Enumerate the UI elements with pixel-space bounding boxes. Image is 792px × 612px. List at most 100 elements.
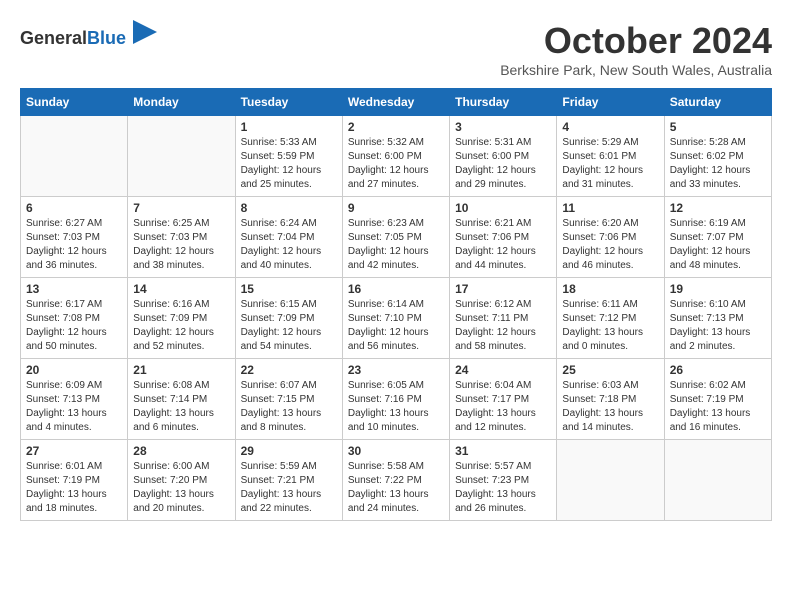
- page-header: GeneralBlue October 2024 Berkshire Park,…: [20, 20, 772, 78]
- day-info: Sunrise: 5:33 AM Sunset: 5:59 PM Dayligh…: [241, 136, 337, 192]
- day-info: Sunrise: 5:28 AM Sunset: 6:02 PM Dayligh…: [670, 136, 766, 192]
- weekday-header: Tuesday: [235, 89, 342, 116]
- day-info: Sunrise: 6:16 AM Sunset: 7:09 PM Dayligh…: [133, 298, 229, 354]
- day-info: Sunrise: 5:31 AM Sunset: 6:00 PM Dayligh…: [455, 136, 551, 192]
- day-number: 8: [241, 201, 337, 215]
- day-number: 24: [455, 363, 551, 377]
- weekday-header: Sunday: [21, 89, 128, 116]
- day-info: Sunrise: 6:08 AM Sunset: 7:14 PM Dayligh…: [133, 379, 229, 435]
- day-info: Sunrise: 6:27 AM Sunset: 7:03 PM Dayligh…: [26, 217, 122, 273]
- calendar-cell: 18 Sunrise: 6:11 AM Sunset: 7:12 PM Dayli…: [557, 278, 664, 359]
- day-info: Sunrise: 6:07 AM Sunset: 7:15 PM Dayligh…: [241, 379, 337, 435]
- calendar-cell: 12Sunrise: 6:19 AM Sunset: 7:07 PM Dayli…: [664, 197, 771, 278]
- calendar-table: SundayMondayTuesdayWednesdayThursdayFrid…: [20, 88, 772, 521]
- day-number: 6: [26, 201, 122, 215]
- day-info: Sunrise: 6:05 AM Sunset: 7:16 PM Dayligh…: [348, 379, 444, 435]
- day-info: Sunrise: 5:32 AM Sunset: 6:00 PM Dayligh…: [348, 136, 444, 192]
- calendar-cell: 2 Sunrise: 5:32 AM Sunset: 6:00 PM Daylig…: [342, 116, 449, 197]
- calendar-cell: 9 Sunrise: 6:23 AM Sunset: 7:05 PM Daylig…: [342, 197, 449, 278]
- day-number: 26: [670, 363, 766, 377]
- day-info: Sunrise: 6:11 AM Sunset: 7:12 PM Dayligh…: [562, 298, 658, 354]
- day-number: 30: [348, 444, 444, 458]
- day-number: 11: [562, 201, 658, 215]
- title-block: October 2024 Berkshire Park, New South W…: [500, 20, 772, 78]
- day-info: Sunrise: 6:17 AM Sunset: 7:08 PM Dayligh…: [26, 298, 122, 354]
- calendar-cell: 30 Sunrise: 5:58 AM Sunset: 7:22 PM Dayli…: [342, 440, 449, 521]
- day-number: 16: [348, 282, 444, 296]
- day-number: 4: [562, 120, 658, 134]
- day-info: Sunrise: 5:59 AM Sunset: 7:21 PM Dayligh…: [241, 460, 337, 516]
- day-info: Sunrise: 6:24 AM Sunset: 7:04 PM Dayligh…: [241, 217, 337, 273]
- day-info: Sunrise: 6:15 AM Sunset: 7:09 PM Dayligh…: [241, 298, 337, 354]
- calendar-week-row: 6 Sunrise: 6:27 AM Sunset: 7:03 PM Daylig…: [21, 197, 772, 278]
- month-title: October 2024: [500, 20, 772, 62]
- weekday-header: Wednesday: [342, 89, 449, 116]
- weekday-header: Friday: [557, 89, 664, 116]
- calendar-cell: 4Sunrise: 5:29 AM Sunset: 6:01 PM Daylig…: [557, 116, 664, 197]
- calendar-week-row: 13 Sunrise: 6:17 AM Sunset: 7:08 PM Dayli…: [21, 278, 772, 359]
- calendar-cell: 28 Sunrise: 6:00 AM Sunset: 7:20 PM Dayli…: [128, 440, 235, 521]
- weekday-header: Monday: [128, 89, 235, 116]
- calendar-week-row: 1Sunrise: 5:33 AM Sunset: 5:59 PM Daylig…: [21, 116, 772, 197]
- calendar-cell: 14 Sunrise: 6:16 AM Sunset: 7:09 PM Dayli…: [128, 278, 235, 359]
- day-number: 7: [133, 201, 229, 215]
- calendar-cell: 11Sunrise: 6:20 AM Sunset: 7:06 PM Dayli…: [557, 197, 664, 278]
- day-number: 22: [241, 363, 337, 377]
- day-number: 9: [348, 201, 444, 215]
- day-number: 28: [133, 444, 229, 458]
- calendar-cell: 20 Sunrise: 6:09 AM Sunset: 7:13 PM Dayli…: [21, 359, 128, 440]
- calendar-week-row: 27Sunrise: 6:01 AM Sunset: 7:19 PM Dayli…: [21, 440, 772, 521]
- day-info: Sunrise: 6:25 AM Sunset: 7:03 PM Dayligh…: [133, 217, 229, 273]
- calendar-cell: 8 Sunrise: 6:24 AM Sunset: 7:04 PM Daylig…: [235, 197, 342, 278]
- day-info: Sunrise: 6:23 AM Sunset: 7:05 PM Dayligh…: [348, 217, 444, 273]
- calendar-header-row: SundayMondayTuesdayWednesdayThursdayFrid…: [21, 89, 772, 116]
- calendar-cell: 3 Sunrise: 5:31 AM Sunset: 6:00 PM Daylig…: [450, 116, 557, 197]
- calendar-cell: 25 Sunrise: 6:03 AM Sunset: 7:18 PM Dayli…: [557, 359, 664, 440]
- calendar-cell: 23 Sunrise: 6:05 AM Sunset: 7:16 PM Dayli…: [342, 359, 449, 440]
- calendar-cell: 16 Sunrise: 6:14 AM Sunset: 7:10 PM Dayli…: [342, 278, 449, 359]
- day-number: 20: [26, 363, 122, 377]
- logo-icon: [133, 20, 157, 44]
- day-number: 23: [348, 363, 444, 377]
- calendar-cell: 22 Sunrise: 6:07 AM Sunset: 7:15 PM Dayli…: [235, 359, 342, 440]
- day-info: Sunrise: 5:57 AM Sunset: 7:23 PM Dayligh…: [455, 460, 551, 516]
- day-number: 17: [455, 282, 551, 296]
- calendar-cell: 15Sunrise: 6:15 AM Sunset: 7:09 PM Dayli…: [235, 278, 342, 359]
- day-number: 3: [455, 120, 551, 134]
- day-info: Sunrise: 6:01 AM Sunset: 7:19 PM Dayligh…: [26, 460, 122, 516]
- logo-blue-text: Blue: [87, 28, 126, 48]
- day-number: 13: [26, 282, 122, 296]
- logo: GeneralBlue: [20, 20, 157, 50]
- day-info: Sunrise: 6:19 AM Sunset: 7:07 PM Dayligh…: [670, 217, 766, 273]
- day-number: 18: [562, 282, 658, 296]
- day-info: Sunrise: 6:03 AM Sunset: 7:18 PM Dayligh…: [562, 379, 658, 435]
- calendar-cell: 5Sunrise: 5:28 AM Sunset: 6:02 PM Daylig…: [664, 116, 771, 197]
- day-info: Sunrise: 6:09 AM Sunset: 7:13 PM Dayligh…: [26, 379, 122, 435]
- day-number: 25: [562, 363, 658, 377]
- calendar-cell: [664, 440, 771, 521]
- calendar-cell: 27Sunrise: 6:01 AM Sunset: 7:19 PM Dayli…: [21, 440, 128, 521]
- calendar-cell: [21, 116, 128, 197]
- day-info: Sunrise: 5:58 AM Sunset: 7:22 PM Dayligh…: [348, 460, 444, 516]
- day-info: Sunrise: 6:00 AM Sunset: 7:20 PM Dayligh…: [133, 460, 229, 516]
- day-info: Sunrise: 6:14 AM Sunset: 7:10 PM Dayligh…: [348, 298, 444, 354]
- calendar-cell: 17 Sunrise: 6:12 AM Sunset: 7:11 PM Dayli…: [450, 278, 557, 359]
- calendar-cell: 29Sunrise: 5:59 AM Sunset: 7:21 PM Dayli…: [235, 440, 342, 521]
- calendar-cell: [557, 440, 664, 521]
- calendar-cell: 26 Sunrise: 6:02 AM Sunset: 7:19 PM Dayli…: [664, 359, 771, 440]
- day-number: 2: [348, 120, 444, 134]
- calendar-cell: 10Sunrise: 6:21 AM Sunset: 7:06 PM Dayli…: [450, 197, 557, 278]
- calendar-cell: 31Sunrise: 5:57 AM Sunset: 7:23 PM Dayli…: [450, 440, 557, 521]
- location: Berkshire Park, New South Wales, Austral…: [500, 62, 772, 78]
- day-info: Sunrise: 6:10 AM Sunset: 7:13 PM Dayligh…: [670, 298, 766, 354]
- day-number: 14: [133, 282, 229, 296]
- day-info: Sunrise: 6:12 AM Sunset: 7:11 PM Dayligh…: [455, 298, 551, 354]
- calendar-week-row: 20 Sunrise: 6:09 AM Sunset: 7:13 PM Dayli…: [21, 359, 772, 440]
- weekday-header: Thursday: [450, 89, 557, 116]
- weekday-header: Saturday: [664, 89, 771, 116]
- day-info: Sunrise: 6:02 AM Sunset: 7:19 PM Dayligh…: [670, 379, 766, 435]
- day-number: 19: [670, 282, 766, 296]
- calendar-cell: 19 Sunrise: 6:10 AM Sunset: 7:13 PM Dayli…: [664, 278, 771, 359]
- calendar-cell: [128, 116, 235, 197]
- day-info: Sunrise: 6:04 AM Sunset: 7:17 PM Dayligh…: [455, 379, 551, 435]
